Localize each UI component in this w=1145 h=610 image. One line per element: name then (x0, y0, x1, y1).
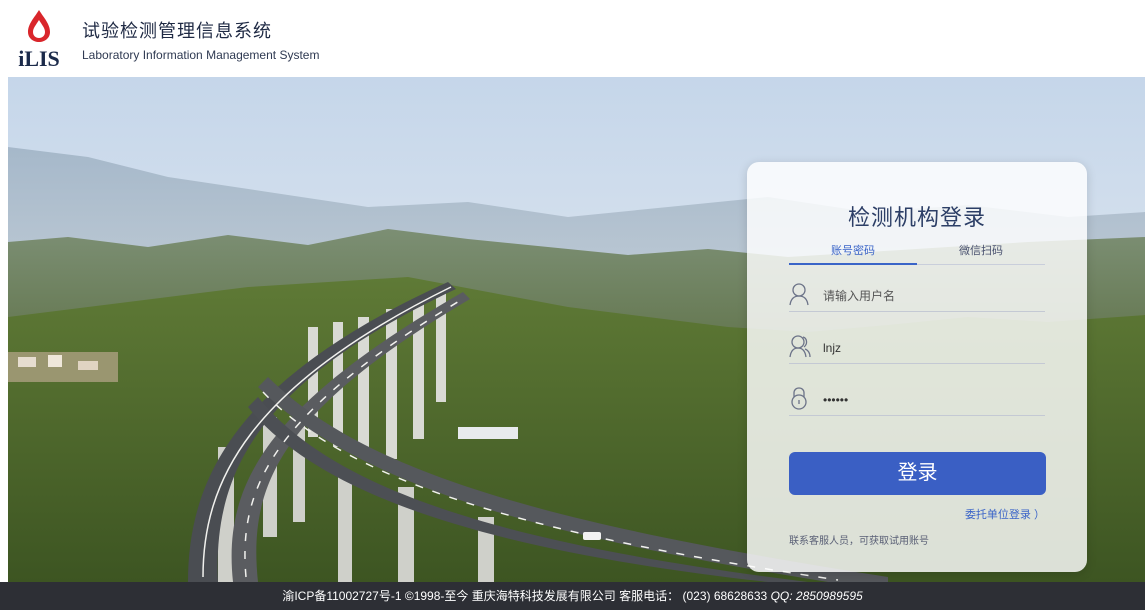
login-title: 检测机构登录 (847, 205, 986, 230)
username-field (789, 280, 1045, 312)
password-input[interactable] (823, 390, 1033, 410)
tab-active-indicator (789, 263, 917, 265)
user-outline-icon (789, 282, 809, 306)
login-panel: 检测机构登录 账号密码 微信扫码 请输入用户名 lnjz •••••• 登录 委… (747, 162, 1087, 572)
qq-number: 2850989595 (795, 589, 863, 603)
company-name: 重庆海特科技发展有限公司 (471, 589, 616, 603)
footer: 渝ICP备11002727号-1 ©1998-至今 重庆海特科技发展有限公司 客… (0, 582, 1145, 610)
qq-label: QQ: (770, 589, 793, 603)
tab-account-password[interactable]: 账号密码 (831, 242, 875, 258)
tab-wechat-scan[interactable]: 微信扫码 (959, 242, 1003, 258)
copyright: ©1998-至今 (404, 589, 469, 603)
name-field (789, 332, 1045, 364)
lock-outline-icon (789, 386, 809, 410)
system-subtitle: Laboratory Information Management System (82, 48, 320, 62)
system-title: 试验检测管理信息系统 (82, 21, 272, 41)
service-phone: (023) 68628633 (682, 589, 768, 603)
users-outline-icon (789, 334, 811, 358)
contact-note: 联系客服人员，可获取试用账号 (789, 536, 929, 547)
header: iLIS 试验检测管理信息系统 Laboratory Information M… (0, 0, 1145, 77)
logo-text: iLIS (18, 46, 60, 70)
name-input[interactable] (823, 338, 1033, 358)
password-field (789, 384, 1045, 416)
client-login-link[interactable]: 委托单位登录 ） (965, 506, 1045, 522)
ilis-logo: iLIS (8, 8, 70, 71)
login-button[interactable]: 登录 (789, 452, 1046, 495)
username-input[interactable] (823, 286, 1033, 306)
service-label: 客服电话： (619, 589, 680, 603)
icp-number[interactable]: 渝ICP备11002727号-1 (282, 589, 401, 603)
